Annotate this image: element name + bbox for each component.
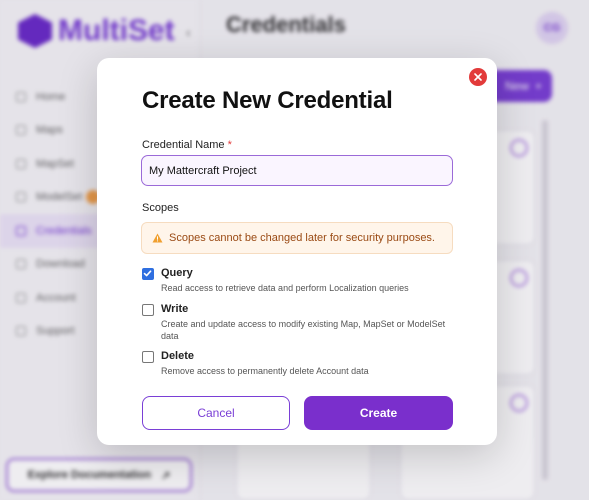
scopes-warning-text: Scopes cannot be changed later for secur… (169, 232, 435, 244)
scope-delete-description: Remove access to permanently delete Acco… (161, 366, 369, 376)
scope-delete-checkbox[interactable] (142, 351, 154, 363)
create-button[interactable]: Create (304, 396, 453, 430)
cancel-button[interactable]: Cancel (142, 396, 290, 430)
close-icon (474, 73, 482, 81)
scope-write-name: Write (161, 303, 189, 315)
credential-name-label-text: Credential Name (142, 139, 225, 151)
required-marker: * (227, 139, 232, 151)
scope-query-checkbox[interactable] (142, 268, 154, 280)
scopes-label: Scopes (142, 202, 179, 214)
scope-query-name: Query (161, 267, 193, 279)
warning-icon (152, 233, 163, 243)
scopes-warning: Scopes cannot be changed later for secur… (141, 222, 453, 254)
create-credential-dialog: Create New Credential Credential Name * … (97, 58, 497, 445)
check-icon (143, 270, 152, 277)
credential-name-label: Credential Name * (142, 139, 232, 151)
scope-write-description: Create and update access to modify exist… (161, 319, 446, 341)
dialog-title: Create New Credential (142, 87, 393, 114)
close-button[interactable] (469, 68, 487, 86)
scope-write-checkbox[interactable] (142, 304, 154, 316)
scope-delete-name: Delete (161, 350, 195, 362)
credential-name-input[interactable] (141, 155, 453, 186)
scope-query-description: Read access to retrieve data and perform… (161, 283, 409, 293)
